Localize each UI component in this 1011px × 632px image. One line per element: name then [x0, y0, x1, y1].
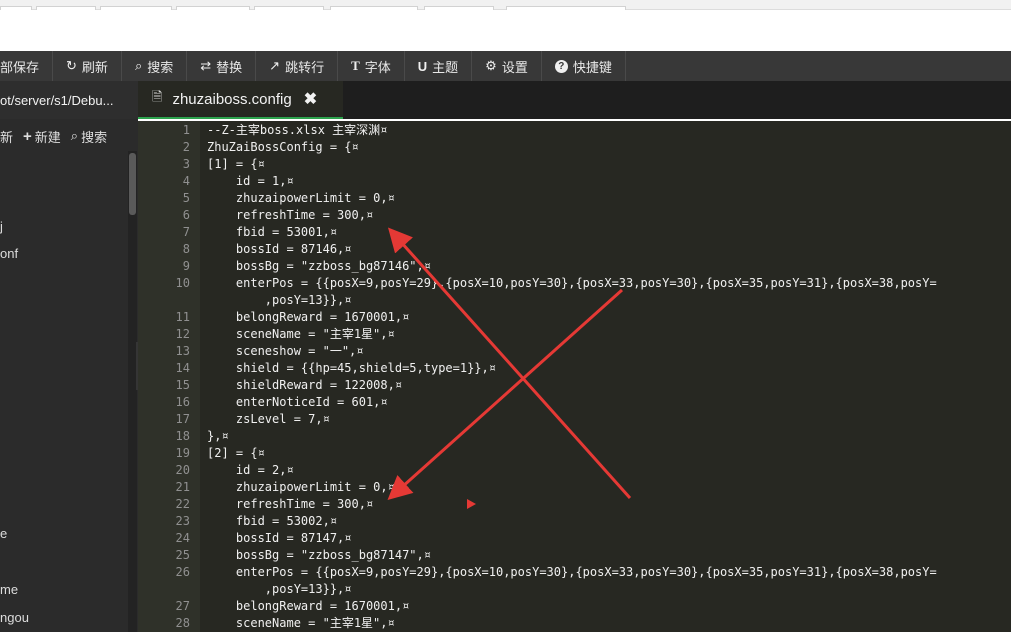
- annotation-marker: [467, 499, 476, 509]
- annotation-overlay: [387, 227, 632, 509]
- annotation-arrow: [387, 227, 632, 500]
- annotation-arrow: [387, 288, 624, 501]
